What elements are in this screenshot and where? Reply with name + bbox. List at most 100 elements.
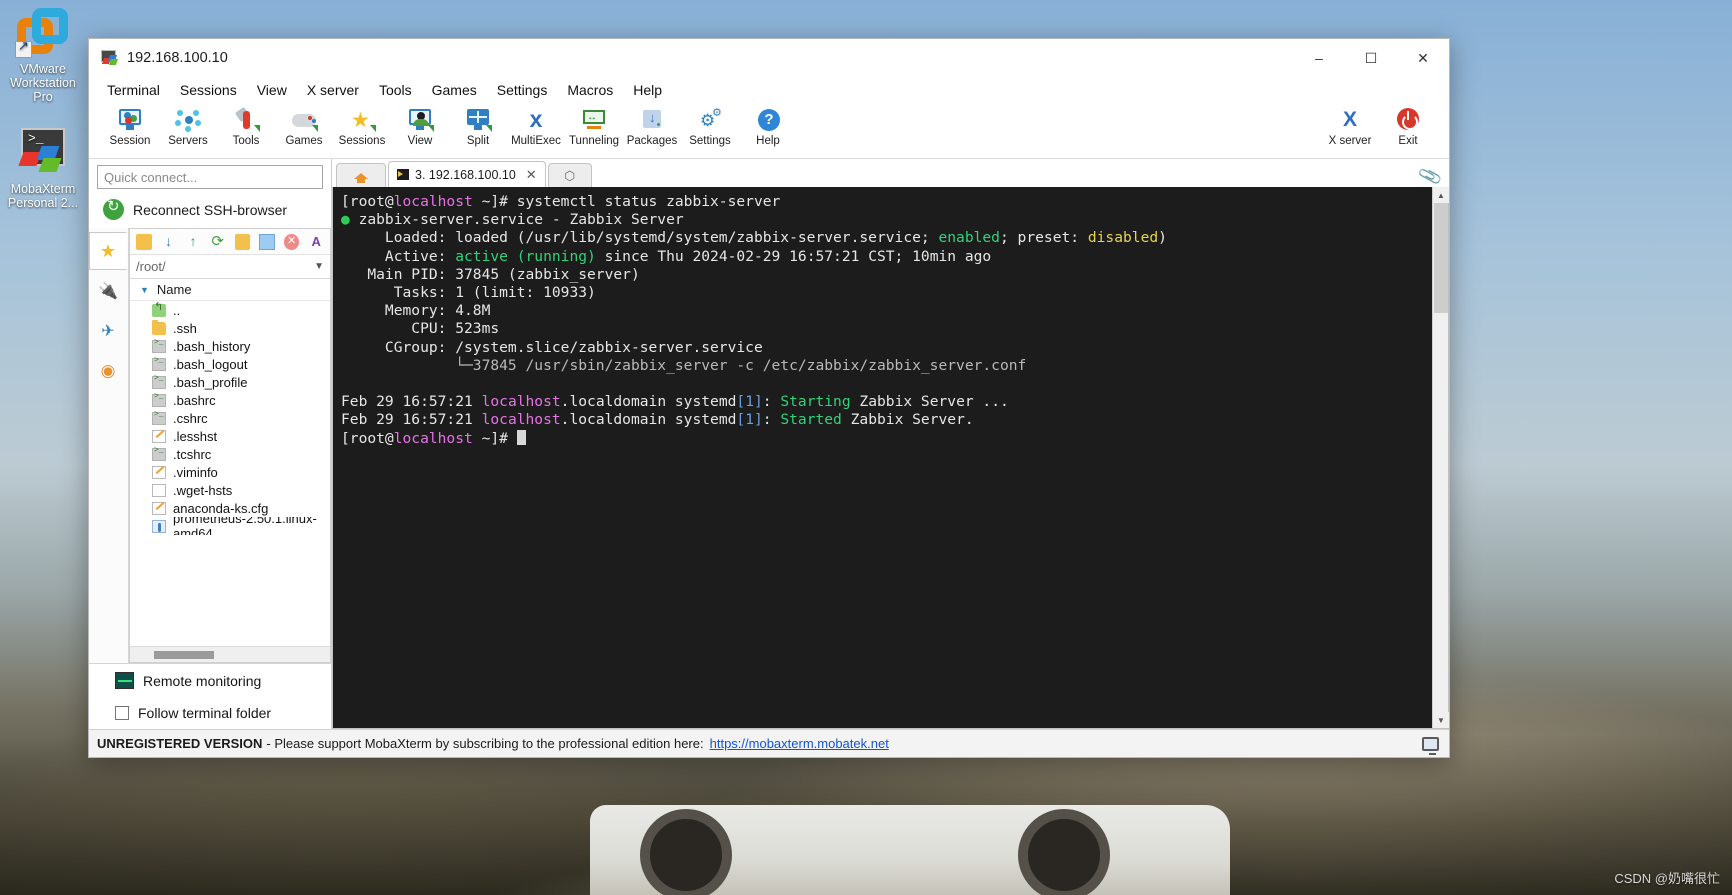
menu-tools[interactable]: Tools [369, 79, 422, 101]
toolbar-tunneling-button[interactable]: ↔ Tunneling [565, 105, 623, 148]
list-item[interactable]: .bash_history [130, 337, 330, 355]
scroll-down-icon[interactable]: ▼ [1433, 712, 1449, 728]
toolbar-packages-button[interactable]: ↓ Packages [623, 105, 681, 148]
sidebar-tab-tools[interactable]: ✈ [89, 312, 127, 350]
mobatek-link[interactable]: https://mobaxterm.mobatek.net [710, 736, 889, 751]
minimize-button[interactable]: – [1293, 39, 1345, 77]
checkbox-icon[interactable] [115, 706, 129, 720]
parent-folder-icon [152, 301, 166, 317]
file-browser-list[interactable]: .. .ssh .bash_history .bash_logout [130, 301, 330, 646]
terminal-text: zabbix-server.service - Zabbix Server [358, 211, 684, 229]
scrollbar-thumb[interactable] [1434, 203, 1448, 313]
scrollbar-thumb[interactable] [154, 651, 214, 659]
wallpaper-vehicle [590, 805, 1230, 895]
new-file-icon[interactable] [259, 233, 275, 250]
toolbar-xserver-button[interactable]: X X server [1321, 105, 1379, 148]
toolbar-exit-button[interactable]: Exit [1379, 105, 1437, 148]
display-icon[interactable] [1422, 736, 1439, 755]
menu-settings[interactable]: Settings [487, 79, 558, 101]
file-browser-column-header[interactable]: ▼ Name [130, 279, 330, 301]
list-item[interactable]: .viminfo [130, 463, 330, 481]
list-item[interactable]: .bashrc [130, 391, 330, 409]
terminal-line: Memory: 4.8M [341, 302, 1432, 320]
terminal-output[interactable]: [root@localhost ~]# systemctl status zab… [333, 187, 1432, 728]
terminal-text: Feb 29 16:57:21 [341, 393, 482, 411]
toolbar-session-button[interactable]: Session [101, 105, 159, 148]
menu-help[interactable]: Help [623, 79, 672, 101]
sidebar-tab-macros[interactable]: ◉ [89, 352, 127, 390]
terminal-line: Tasks: 1 (limit: 10933) [341, 284, 1432, 302]
window-title: 192.168.100.10 [127, 50, 228, 66]
terminal-text: Memory: 4.8M [341, 302, 491, 320]
desktop-icon-mobaxterm[interactable]: MobaXterm Personal 2... [4, 128, 82, 210]
list-item[interactable]: .wget-hsts [130, 481, 330, 499]
file-browser-horizontal-scrollbar[interactable] [130, 646, 330, 662]
toolbar-view-button[interactable]: View [391, 105, 449, 148]
menu-view[interactable]: View [247, 79, 297, 101]
list-item[interactable]: .bash_logout [130, 355, 330, 373]
multiexec-icon: x [529, 106, 543, 132]
refresh-icon[interactable]: ⟳ [210, 234, 226, 250]
list-item[interactable]: .. [130, 301, 330, 319]
toolbar-tools-button[interactable]: Tools [217, 105, 275, 148]
tab-attachments[interactable]: 📎 [1417, 164, 1449, 189]
menu-terminal[interactable]: Terminal [97, 79, 170, 101]
menu-sessions[interactable]: Sessions [170, 79, 247, 101]
globe-icon: ◉ [100, 361, 116, 380]
toolbar-multiexec-button[interactable]: x MultiExec [507, 105, 565, 148]
title-bar[interactable]: 192.168.100.10 – ☐ ✕ [89, 39, 1449, 77]
terminal-text: CGroup: /system.slice/zabbix-server.serv… [341, 338, 763, 356]
go-up-icon[interactable] [136, 233, 152, 250]
list-item[interactable]: .lesshst [130, 427, 330, 445]
toolbar-help-button[interactable]: ? Help [739, 105, 797, 148]
toolbar-split-button[interactable]: Split [449, 105, 507, 148]
file-name: prometheus-2.50.1.linux-amd64 [173, 517, 317, 535]
toolbar-sessions-button[interactable]: ★ Sessions [333, 105, 391, 148]
toolbar-settings-button[interactable]: ⚙ ⚙ Settings [681, 105, 739, 148]
delete-icon[interactable]: ✕ [283, 233, 300, 250]
tab-session[interactable]: 3. 192.168.100.10 ✕ [388, 161, 546, 187]
desktop-icon-vmware[interactable]: VMware Workstation Pro [4, 8, 82, 104]
toolbar-servers-button[interactable]: Servers [159, 105, 217, 148]
list-item[interactable]: .ssh [130, 319, 330, 337]
refresh-icon [103, 197, 124, 220]
menu-bar: Terminal Sessions View X server Tools Ga… [89, 77, 1449, 103]
terminal-text: ~]# [472, 429, 517, 447]
terminal-text: Feb 29 16:57:21 [341, 411, 482, 429]
close-button[interactable]: ✕ [1397, 39, 1449, 77]
tab-home[interactable] [336, 163, 386, 187]
new-folder-icon[interactable] [234, 233, 251, 250]
chevron-down-icon[interactable]: ▼ [314, 261, 324, 272]
list-item[interactable]: .tcshrc [130, 445, 330, 463]
terminal-line: ● zabbix-server.service - Zabbix Server [341, 211, 1432, 229]
follow-terminal-folder-checkbox[interactable]: Follow terminal folder [89, 697, 331, 729]
terminal-scrollbar[interactable]: ▲ ▼ [1432, 187, 1449, 728]
text-mode-icon[interactable]: A [308, 234, 324, 250]
download-icon[interactable]: ↓ [161, 234, 177, 250]
tab-new[interactable]: ⬡ [547, 163, 592, 187]
quick-connect-input[interactable]: Quick connect... [97, 165, 323, 189]
close-icon[interactable]: ✕ [526, 167, 537, 183]
terminal-icon [397, 169, 409, 180]
split-icon [464, 107, 492, 133]
terminal-text: Loaded: loaded (/usr/lib/systemd/system/… [341, 229, 939, 247]
upload-icon[interactable]: ↑ [185, 234, 201, 250]
scroll-up-icon[interactable]: ▲ [1433, 187, 1449, 203]
list-item[interactable]: anaconda-ks.cfg [130, 499, 330, 517]
menu-games[interactable]: Games [422, 79, 487, 101]
menu-macros[interactable]: Macros [557, 79, 623, 101]
list-item[interactable]: .cshrc [130, 409, 330, 427]
menu-xserver[interactable]: X server [297, 79, 369, 101]
toolbar-games-button[interactable]: Games [275, 105, 333, 148]
sidebar-tab-favorites[interactable]: ★ [89, 232, 127, 270]
watermark: CSDN @奶嘴很忙 [1614, 871, 1720, 886]
list-item[interactable]: prometheus-2.50.1.linux-amd64 [130, 517, 330, 535]
file-browser-path[interactable]: /root/ ▼ [130, 255, 330, 279]
list-item[interactable]: .bash_profile [130, 373, 330, 391]
sidebar-tab-sessions[interactable]: 🔌 [89, 272, 127, 310]
toolbar-button-label: Tunneling [568, 135, 620, 147]
terminal-text: .localdomain systemd [560, 411, 737, 429]
maximize-button[interactable]: ☐ [1345, 39, 1397, 77]
remote-monitoring-button[interactable]: Remote monitoring [89, 663, 331, 697]
reconnect-ssh-browser-button[interactable]: Reconnect SSH-browser [89, 193, 331, 228]
